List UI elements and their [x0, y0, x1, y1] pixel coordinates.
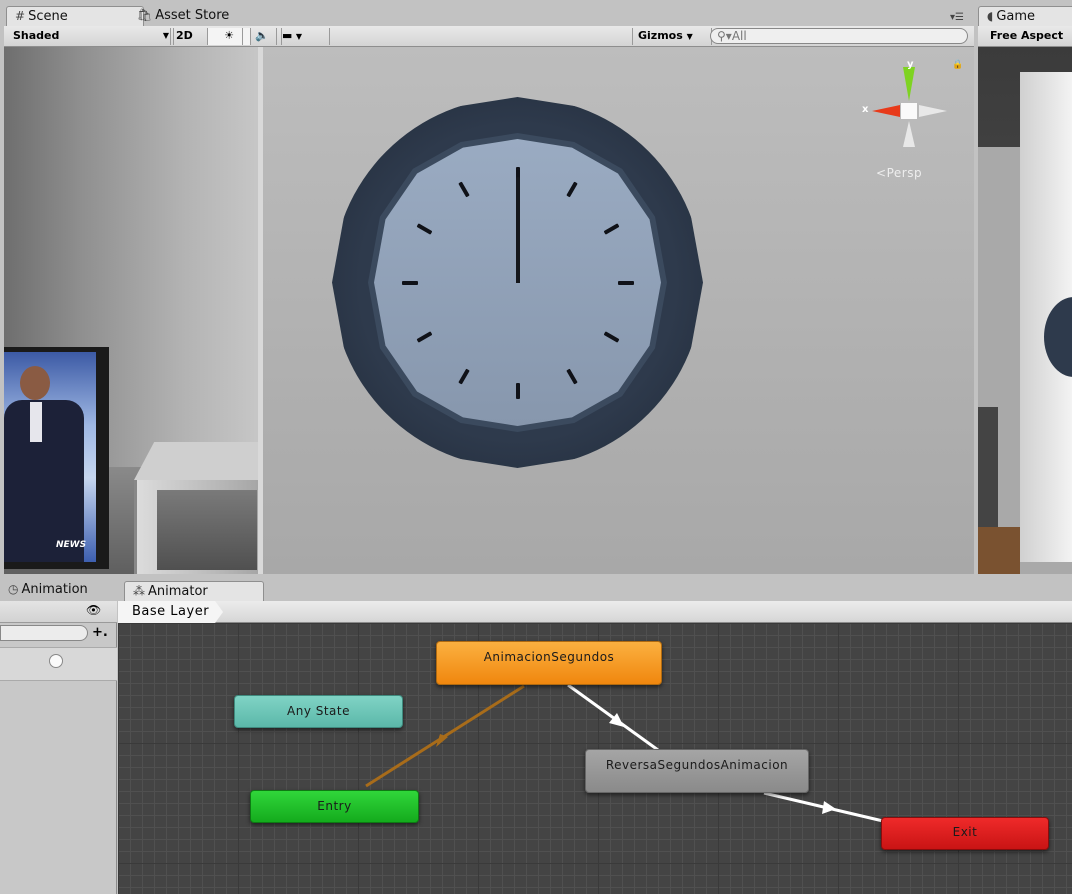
gizmo-y-cone[interactable]	[903, 67, 915, 101]
chevron-down-icon: ▼	[686, 32, 693, 41]
tab-game[interactable]: ◖ Game	[978, 6, 1072, 27]
shading-mode-label: Shaded	[13, 29, 60, 42]
wall-clock[interactable]	[332, 97, 703, 468]
sun-icon: ☀	[224, 29, 234, 42]
chevron-down-icon: ▼	[295, 32, 303, 41]
eye-icon[interactable]: 👁	[86, 603, 101, 617]
state-node-any-state[interactable]: Any State	[234, 695, 403, 728]
panel-menu-icon[interactable]: ▾☰	[950, 12, 964, 23]
clock-tick	[416, 330, 432, 343]
presenter-body	[4, 400, 84, 562]
parameter-search-input[interactable]	[0, 625, 88, 641]
scene-viewport[interactable]: NEWS y x 🔒 <Persp	[4, 47, 974, 574]
tab-scene[interactable]: # Scene	[6, 6, 144, 27]
clock-tick	[457, 181, 470, 197]
chevron-down-icon: ▼	[162, 31, 169, 40]
tab-asset-store[interactable]: 🛍 Asset Store	[129, 6, 263, 26]
clock-tick	[565, 181, 578, 197]
tab-animation[interactable]: ◷ Animation	[0, 580, 134, 600]
animator-breadcrumb-bar: Base Layer	[118, 601, 1072, 623]
lock-icon[interactable]: 🔒	[952, 60, 963, 70]
2d-toggle-button[interactable]: 2D	[170, 28, 210, 45]
shading-mode-dropdown[interactable]: Shaded ▼	[8, 28, 174, 45]
game-viewport[interactable]	[978, 47, 1072, 574]
gizmo-x-cone[interactable]	[872, 105, 900, 117]
gizmo-neg-y-cone[interactable]	[903, 121, 915, 147]
clock-tick	[515, 382, 520, 399]
clock-second-hand	[515, 176, 520, 283]
animator-sidebar: 👁 +.	[0, 601, 117, 894]
presenter-head	[20, 366, 50, 400]
scene-search-input[interactable]: ⚲▾All	[710, 28, 968, 44]
clock-tick	[565, 368, 578, 384]
hash-icon: #	[15, 9, 26, 23]
tv-screen: NEWS	[4, 352, 96, 562]
gizmo-neg-x-cone[interactable]	[919, 105, 947, 117]
gizmos-label: Gizmos	[638, 29, 683, 42]
search-placeholder: All	[731, 29, 747, 43]
cabinet-front	[134, 480, 260, 574]
scene-toolbar: Shaded ▼ 2D ☀ 🔈 ▬ ▼ Gizmos ▼ ⚲▾All	[4, 26, 974, 47]
clock-tick	[416, 222, 432, 235]
layer-weight-handle[interactable]	[49, 654, 63, 668]
state-node-reversa-segundos-animacion[interactable]: ReversaSegundosAnimacion	[585, 749, 809, 793]
aspect-dropdown[interactable]: Free Aspect	[978, 28, 1072, 45]
pacman-icon: ◖	[987, 9, 994, 23]
effects-dropdown[interactable]: ▬ ▼	[276, 28, 330, 45]
tab-animator[interactable]: ⁂ Animator	[124, 581, 264, 602]
game-floor	[978, 527, 1020, 574]
clock-tick	[617, 280, 634, 285]
game-toolbar: Free Aspect	[978, 26, 1072, 47]
gizmos-dropdown[interactable]: Gizmos ▼	[632, 28, 712, 45]
clock-icon: ◷	[8, 582, 19, 596]
gizmo-x-label: x	[862, 104, 869, 115]
image-icon: ▬	[282, 29, 293, 42]
clock-tick	[401, 280, 418, 285]
animator-icon: ⁂	[133, 584, 145, 598]
projection-toggle[interactable]: <Persp	[876, 166, 922, 180]
gizmo-y-label: y	[907, 59, 914, 70]
tv-news-logo: NEWS	[56, 540, 87, 550]
sidebar-header: 👁	[0, 601, 117, 623]
layer-row[interactable]	[0, 647, 117, 681]
projection-label: Persp	[886, 166, 923, 180]
clock-tick	[603, 330, 619, 343]
persp-icon: <	[876, 166, 887, 180]
state-node-entry[interactable]: Entry	[250, 790, 419, 823]
animator-graph[interactable]: AnimacionSegundos Any State Entry Revers…	[118, 623, 1072, 894]
tab-animator-label: Animator	[148, 584, 208, 599]
tab-scene-label: Scene	[28, 9, 68, 24]
breadcrumb[interactable]: Base Layer	[118, 601, 223, 623]
game-shelf	[978, 407, 998, 537]
clock-tick	[603, 222, 619, 235]
transition-line-main-to-reverse[interactable]	[567, 683, 659, 752]
cabinet-opening	[157, 490, 257, 570]
transition-arrow	[822, 801, 836, 814]
tab-animation-label: Animation	[21, 582, 88, 597]
state-node-animacion-segundos[interactable]: AnimacionSegundos	[436, 641, 662, 685]
search-icon: ⚲▾	[717, 29, 732, 43]
state-node-exit[interactable]: Exit	[881, 817, 1049, 850]
tab-game-label: Game	[996, 9, 1036, 24]
shopping-bag-icon: 🛍	[137, 8, 153, 22]
scene-orientation-gizmo[interactable]: y x 🔒	[856, 57, 963, 157]
gizmo-center-cube[interactable]	[901, 103, 917, 119]
tab-asset-store-label: Asset Store	[155, 8, 230, 23]
speaker-icon: 🔈	[255, 29, 269, 42]
clock-face	[374, 139, 661, 426]
add-parameter-icon[interactable]: +.	[92, 625, 108, 640]
clock-tick	[457, 368, 470, 384]
presenter-shirt	[30, 402, 42, 442]
